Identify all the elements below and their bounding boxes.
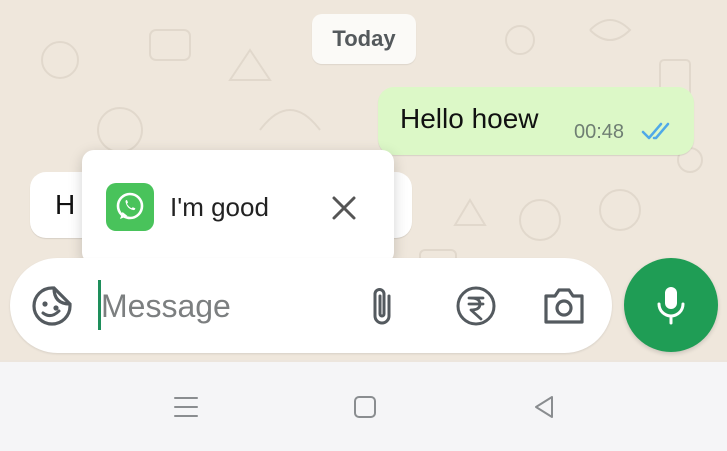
system-navigation-bar: [0, 362, 727, 451]
message-input[interactable]: [101, 278, 361, 334]
outgoing-message[interactable]: Hello hoew 00:48: [378, 87, 694, 155]
attach-icon[interactable]: [358, 282, 406, 330]
menu-icon[interactable]: [168, 392, 204, 422]
reply-suggestion-popup[interactable]: I'm good: [82, 150, 394, 264]
reply-suggestion-text[interactable]: I'm good: [170, 192, 269, 223]
message-text: Hello hoew: [400, 103, 539, 134]
date-chip: Today: [312, 14, 416, 64]
message-time: 00:48: [574, 121, 625, 143]
rupee-payment-icon[interactable]: [452, 282, 500, 330]
mic-button[interactable]: [624, 258, 718, 352]
message-text: H: [55, 189, 76, 220]
camera-icon[interactable]: [540, 282, 588, 330]
date-label: Today: [332, 26, 396, 51]
message-composer: [10, 258, 612, 353]
close-icon[interactable]: [326, 190, 362, 226]
sticker-icon[interactable]: [30, 284, 74, 328]
back-icon[interactable]: [526, 392, 562, 422]
read-ticks-icon: [641, 122, 670, 140]
home-icon[interactable]: [347, 392, 383, 422]
mic-icon: [657, 287, 685, 325]
whatsapp-icon: [106, 183, 154, 231]
